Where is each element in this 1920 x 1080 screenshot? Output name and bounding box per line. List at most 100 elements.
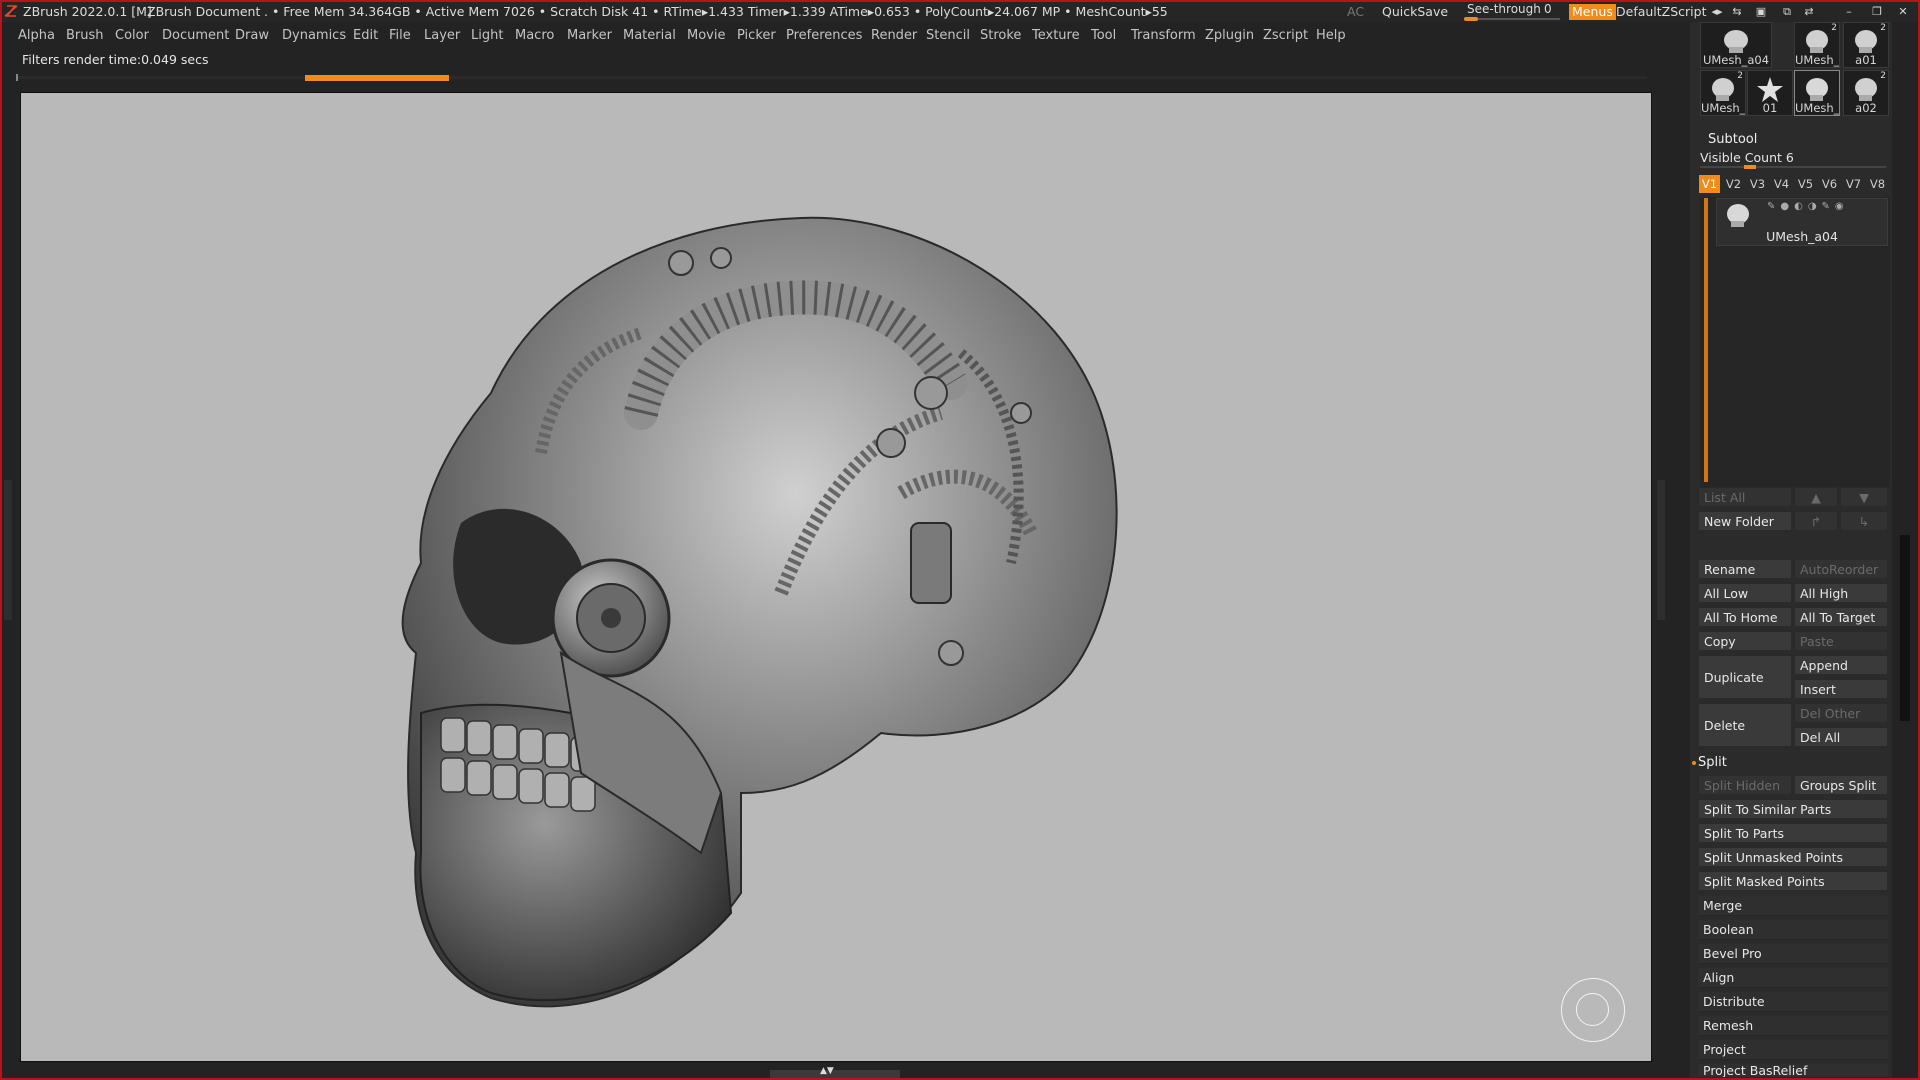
canvas-viewport[interactable] (20, 92, 1652, 1062)
split-masked-button[interactable]: Split Masked Points (1698, 871, 1888, 891)
subtool-item[interactable]: ✎●◐◑✎◉ UMesh_a04 (1716, 198, 1888, 246)
split-hidden-button[interactable]: Split Hidden (1698, 775, 1792, 795)
new-folder-button[interactable]: New Folder (1698, 511, 1792, 531)
restore-icon[interactable]: ❐ (1870, 5, 1884, 19)
tool-thumb[interactable]: 2 a01 (1843, 22, 1889, 68)
list-all-button[interactable]: List All (1698, 487, 1792, 507)
menu-zplugin[interactable]: Zplugin (1205, 24, 1254, 48)
bevel-pro-section[interactable]: Bevel Pro (1698, 944, 1888, 964)
swap-icon[interactable]: ⇄ (1802, 5, 1816, 19)
menu-layer[interactable]: Layer (424, 24, 460, 48)
all-to-target-button[interactable]: All To Target (1794, 607, 1888, 627)
tool-thumb[interactable]: UMesh_a04 (1700, 22, 1772, 68)
menu-transform[interactable]: Transform (1131, 24, 1196, 48)
split-unmasked-button[interactable]: Split Unmasked Points (1698, 847, 1888, 867)
duplicate-button[interactable]: Duplicate (1698, 655, 1792, 699)
see-through-slider[interactable]: See-through 0 (1464, 2, 1564, 22)
menu-tool[interactable]: Tool (1091, 24, 1116, 48)
move-up-icon[interactable]: ▲ (1794, 487, 1838, 507)
menu-preferences[interactable]: Preferences (786, 24, 862, 48)
navigation-gizmo[interactable] (1561, 978, 1625, 1042)
paste-button[interactable]: Paste (1794, 631, 1888, 651)
menu-zscript[interactable]: Zscript (1263, 24, 1308, 48)
split-section-header[interactable]: Split (1692, 755, 1727, 770)
version-tab-v2[interactable]: V2 (1723, 175, 1744, 193)
split-to-parts-button[interactable]: Split To Parts (1698, 823, 1888, 843)
folder-down-icon[interactable]: ↳ (1840, 511, 1888, 531)
ac-toggle[interactable]: AC (1347, 2, 1364, 22)
tool-thumb[interactable]: 2 UMesh_ (1794, 22, 1840, 68)
autoreorder-button[interactable]: AutoReorder (1794, 559, 1888, 579)
layout-arrows-icon[interactable]: ◂▸ (1710, 5, 1724, 19)
all-to-home-button[interactable]: All To Home (1698, 607, 1792, 627)
ui-layout-icon[interactable]: ▣ (1754, 5, 1768, 19)
version-tab-v6[interactable]: V6 (1819, 175, 1840, 193)
menu-picker[interactable]: Picker (737, 24, 776, 48)
subtool-list-scrollbar[interactable] (1704, 198, 1708, 482)
minimize-icon[interactable]: – (1842, 5, 1856, 19)
boolean-section[interactable]: Boolean (1698, 920, 1888, 940)
remesh-section[interactable]: Remesh (1698, 1016, 1888, 1036)
version-tab-v8[interactable]: V8 (1867, 175, 1888, 193)
right-tray-handle[interactable] (1657, 480, 1665, 620)
split-view-icon[interactable]: ⇆ (1730, 5, 1744, 19)
version-tab-v7[interactable]: V7 (1843, 175, 1864, 193)
subtool-header[interactable]: Subtool (1708, 132, 1757, 147)
delete-button[interactable]: Delete (1698, 703, 1792, 747)
align-section[interactable]: Align (1698, 968, 1888, 988)
copy-button[interactable]: Copy (1698, 631, 1792, 651)
menu-material[interactable]: Material (623, 24, 676, 48)
project-basrelief-section[interactable]: Project BasRelief (1698, 1064, 1888, 1078)
visible-count-knob[interactable] (1743, 165, 1756, 169)
insert-button[interactable]: Insert (1794, 679, 1888, 699)
version-tab-v3[interactable]: V3 (1747, 175, 1768, 193)
tool-thumb[interactable]: 2 UMesh_ (1700, 70, 1746, 116)
menu-color[interactable]: Color (115, 24, 149, 48)
all-high-button[interactable]: All High (1794, 583, 1888, 603)
menu-stroke[interactable]: Stroke (980, 24, 1021, 48)
tool-thumb[interactable]: 2 a02 (1843, 70, 1889, 116)
menu-light[interactable]: Light (471, 24, 503, 48)
menus-button[interactable]: Menus (1569, 4, 1616, 20)
close-icon[interactable]: ✕ (1896, 5, 1910, 19)
distribute-section[interactable]: Distribute (1698, 992, 1888, 1012)
bottom-shelf-toggle[interactable] (770, 1066, 900, 1080)
windows-icon[interactable]: ⧉ (1780, 5, 1794, 19)
menu-stencil[interactable]: Stencil (926, 24, 970, 48)
menu-brush[interactable]: Brush (66, 24, 104, 48)
menu-alpha[interactable]: Alpha (18, 24, 55, 48)
visible-count-slider[interactable]: Visible Count 6 (1700, 150, 1886, 169)
menu-macro[interactable]: Macro (515, 24, 554, 48)
version-tab-v4[interactable]: V4 (1771, 175, 1792, 193)
menu-draw[interactable]: Draw (235, 24, 269, 48)
tray-scrollbar[interactable] (1900, 535, 1910, 721)
default-zscript[interactable]: DefaultZScript (1616, 2, 1707, 22)
left-tray-handle[interactable] (4, 480, 12, 620)
menu-document[interactable]: Document (162, 24, 229, 48)
version-tab-v1[interactable]: V1 (1699, 175, 1720, 193)
folder-up-icon[interactable]: ↱ (1794, 511, 1838, 531)
rename-button[interactable]: Rename (1698, 559, 1792, 579)
all-low-button[interactable]: All Low (1698, 583, 1792, 603)
menu-texture[interactable]: Texture (1032, 24, 1080, 48)
tool-thumb[interactable]: UMesh_ (1794, 70, 1840, 116)
see-through-knob[interactable] (1464, 17, 1478, 21)
menu-movie[interactable]: Movie (687, 24, 725, 48)
split-similar-parts-button[interactable]: Split To Similar Parts (1698, 799, 1888, 819)
move-down-icon[interactable]: ▼ (1840, 487, 1888, 507)
merge-section[interactable]: Merge (1698, 896, 1888, 916)
project-section[interactable]: Project (1698, 1040, 1888, 1060)
tool-thumb[interactable]: 01 (1747, 70, 1793, 116)
menu-marker[interactable]: Marker (567, 24, 612, 48)
append-button[interactable]: Append (1794, 655, 1888, 675)
menu-help[interactable]: Help (1316, 24, 1346, 48)
menu-edit[interactable]: Edit (353, 24, 378, 48)
groups-split-button[interactable]: Groups Split (1794, 775, 1888, 795)
subtool-toggles[interactable]: ✎●◐◑✎◉ (1767, 201, 1849, 212)
menu-file[interactable]: File (389, 24, 411, 48)
version-tab-v5[interactable]: V5 (1795, 175, 1816, 193)
menu-dynamics[interactable]: Dynamics (282, 24, 346, 48)
quicksave-button[interactable]: QuickSave (1382, 2, 1448, 22)
del-all-button[interactable]: Del All (1794, 727, 1888, 747)
del-other-button[interactable]: Del Other (1794, 703, 1888, 723)
